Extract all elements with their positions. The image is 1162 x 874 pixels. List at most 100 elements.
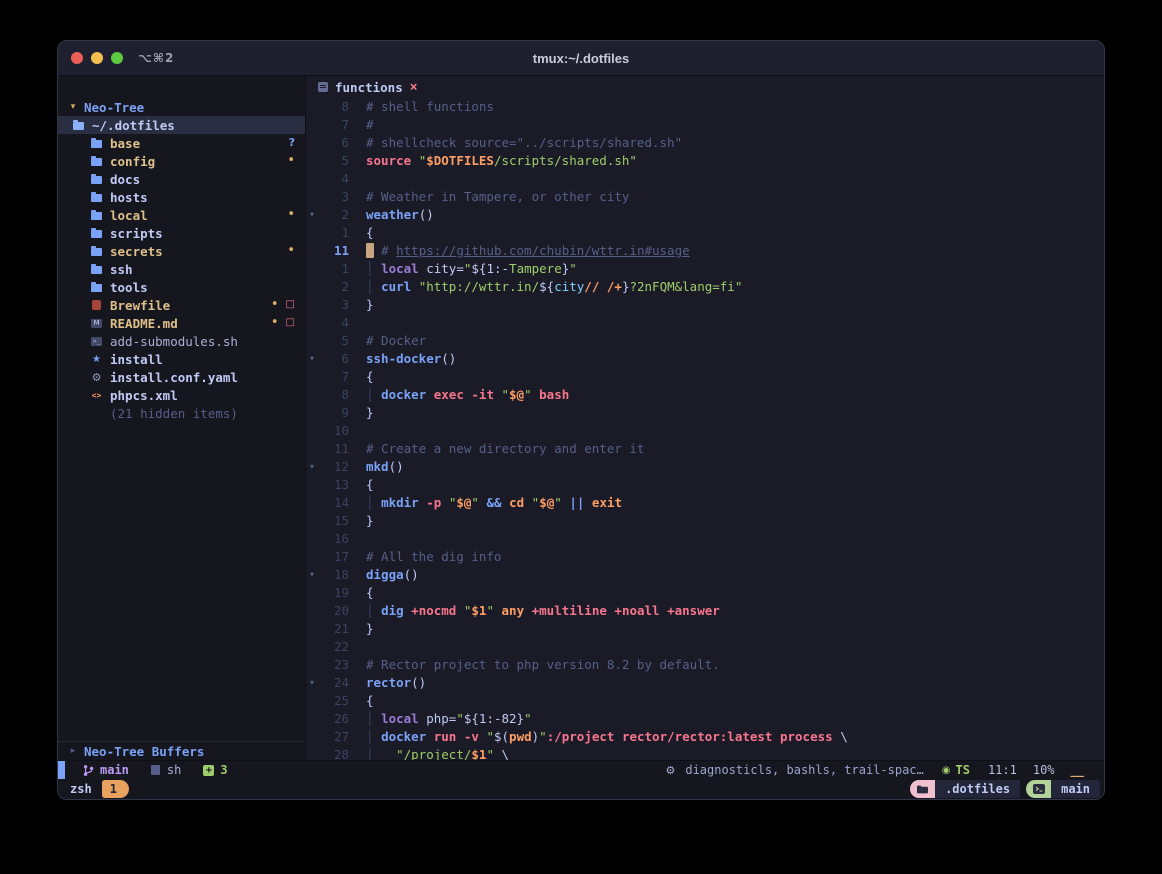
tree-item-scripts[interactable]: scripts (58, 224, 305, 242)
chevron-right-icon: ▸ (66, 746, 80, 756)
tree-item-phpcs.xml[interactable]: phpcs.xml (58, 386, 305, 404)
fold-column (306, 656, 321, 674)
tree-item-hosts[interactable]: hosts (58, 188, 305, 206)
git-added-count: 3 (220, 763, 227, 777)
code-line[interactable]: 6# shellcheck source="../scripts/shared.… (306, 134, 1104, 152)
fold-column (306, 332, 321, 350)
code-line[interactable]: 17 # All the dig info (306, 548, 1104, 566)
code-line[interactable]: 11# Create a new directory and enter it (306, 440, 1104, 458)
fold-icon[interactable]: ▾ (306, 458, 321, 476)
code-line[interactable]: 25{ (306, 692, 1104, 710)
code-line[interactable]: 28│ "/project/$1" \ (306, 746, 1104, 760)
fold-icon[interactable]: ▾ (306, 566, 321, 584)
fold-icon[interactable]: ▾ (306, 350, 321, 368)
code-line[interactable]: 14│ mkdir -p "$@" && cd "$@" || exit (306, 494, 1104, 512)
code-line[interactable]: 23# Rector project to php version 8.2 by… (306, 656, 1104, 674)
code-line[interactable]: 20│ dig +nocmd "$1" any +multiline +noal… (306, 602, 1104, 620)
code-line[interactable]: 19{ (306, 584, 1104, 602)
tab-functions[interactable]: functions × (318, 80, 418, 95)
code-text: # Rector project to php version 8.2 by d… (366, 656, 720, 674)
code-line[interactable]: 22 (306, 638, 1104, 656)
minimize-window-button[interactable] (91, 52, 103, 64)
line-number: 2 (321, 278, 349, 296)
tree-item-docs[interactable]: docs (58, 170, 305, 188)
code-line[interactable]: ▾12mkd() (306, 458, 1104, 476)
code-line[interactable]: 5source "$DOTFILES/scripts/shared.sh" (306, 152, 1104, 170)
tree-item-tools[interactable]: tools (58, 278, 305, 296)
line-number: 26 (321, 710, 349, 728)
line-number: 4 (321, 170, 349, 188)
code-line[interactable]: ▾2 weather() (306, 206, 1104, 224)
code-line[interactable]: 10 (306, 422, 1104, 440)
code-line[interactable]: 1│ local city="${1:-Tampere}" (306, 260, 1104, 278)
code-line[interactable]: ▾6ssh-docker() (306, 350, 1104, 368)
tree-item-21hiddenitems[interactable]: (21 hidden items) (58, 404, 305, 422)
neo-tree-header[interactable]: ▾ Neo-Tree (58, 98, 305, 116)
code-line[interactable]: 8│ docker exec -it "$@" bash (306, 386, 1104, 404)
code-line[interactable]: 1{ (306, 224, 1104, 242)
tree-item-local[interactable]: local• (58, 206, 305, 224)
git-branch-name: main (100, 763, 129, 777)
code-line[interactable]: 27│ docker run -v "$(pwd)":/project rect… (306, 728, 1104, 746)
line-number: 18 (321, 566, 349, 584)
code-text: │ curl "http://wttr.in/${city// /+}?2nFQ… (366, 278, 742, 296)
tree-item-.dotfiles[interactable]: ~/.dotfiles (58, 116, 305, 134)
code-line[interactable]: 13{ (306, 476, 1104, 494)
tmux-session-dir: .dotfiles (935, 780, 1020, 798)
code-line[interactable]: 7{ (306, 368, 1104, 386)
code-text: weather() (366, 206, 434, 224)
close-icon[interactable]: × (410, 80, 418, 95)
code-line[interactable]: ▾24rector() (306, 674, 1104, 692)
folder-icon (90, 281, 103, 293)
git-status-badge: • (287, 242, 295, 260)
code-text: │ mkdir -p "$@" && cd "$@" || exit (366, 494, 622, 512)
line-number: 27 (321, 728, 349, 746)
code-text: } (366, 512, 374, 530)
tree-item-brewfile[interactable]: Brewfile•□ (58, 296, 305, 314)
line-number: 17 (321, 548, 349, 566)
code-line[interactable]: 5# Docker (306, 332, 1104, 350)
line-number: 13 (321, 476, 349, 494)
tree-item-base[interactable]: base? (58, 134, 305, 152)
code-line[interactable]: 11 # https://github.com/chubin/wttr.in#u… (306, 242, 1104, 260)
code-text: # https://github.com/chubin/wttr.in#usag… (366, 242, 690, 260)
close-window-button[interactable] (71, 52, 83, 64)
neo-tree-sidebar: ▾ Neo-Tree ~/.dotfilesbase?config•docsho… (58, 76, 306, 760)
code-line[interactable]: ▾18digga() (306, 566, 1104, 584)
code-line[interactable]: 4 (306, 170, 1104, 188)
line-number: 2 (321, 206, 349, 224)
code-line[interactable]: 3# Weather in Tampere, or other city (306, 188, 1104, 206)
code-line[interactable]: 26│ local php="${1:-82}" (306, 710, 1104, 728)
tree-item-addsubmodules.sh[interactable]: add-submodules.sh (58, 332, 305, 350)
code-line[interactable]: 8# shell functions (306, 98, 1104, 116)
code-line[interactable]: 21} (306, 620, 1104, 638)
tree-item-install[interactable]: install (58, 350, 305, 368)
sidebar-spacer (58, 422, 305, 741)
tree-item-install.conf.yaml[interactable]: install.conf.yaml (58, 368, 305, 386)
code-icon (90, 389, 103, 401)
fold-icon[interactable]: ▾ (306, 206, 321, 224)
tmux-window-name: zsh (70, 782, 92, 796)
code-text: # All the dig info (366, 548, 501, 566)
code-line[interactable]: 16 (306, 530, 1104, 548)
line-number: 20 (321, 602, 349, 620)
tree-item-secrets[interactable]: secrets• (58, 242, 305, 260)
fold-column (306, 692, 321, 710)
zoom-window-button[interactable] (111, 52, 123, 64)
tmux-status-bar: zsh 1 .dotfiles main (58, 779, 1104, 799)
code-text: mkd() (366, 458, 404, 476)
code-line[interactable]: 3} (306, 296, 1104, 314)
tree-item-config[interactable]: config• (58, 152, 305, 170)
code-line[interactable]: 7# (306, 116, 1104, 134)
neo-tree-buffers-header[interactable]: ▸ Neo-Tree Buffers (58, 741, 305, 760)
code-line[interactable]: 2 │ curl "http://wttr.in/${city// /+}?2nF… (306, 278, 1104, 296)
tmux-window-index[interactable]: 1 (102, 780, 129, 798)
code-line[interactable]: 15} (306, 512, 1104, 530)
tree-item-ssh[interactable]: ssh (58, 260, 305, 278)
code-line[interactable]: 9} (306, 404, 1104, 422)
tree-item-readme.md[interactable]: README.md•□ (58, 314, 305, 332)
fold-icon[interactable]: ▾ (306, 674, 321, 692)
code-buffer[interactable]: 8# shell functions 7# 6# shellcheck sour… (306, 98, 1104, 760)
code-text: { (366, 224, 374, 242)
code-line[interactable]: 4 (306, 314, 1104, 332)
